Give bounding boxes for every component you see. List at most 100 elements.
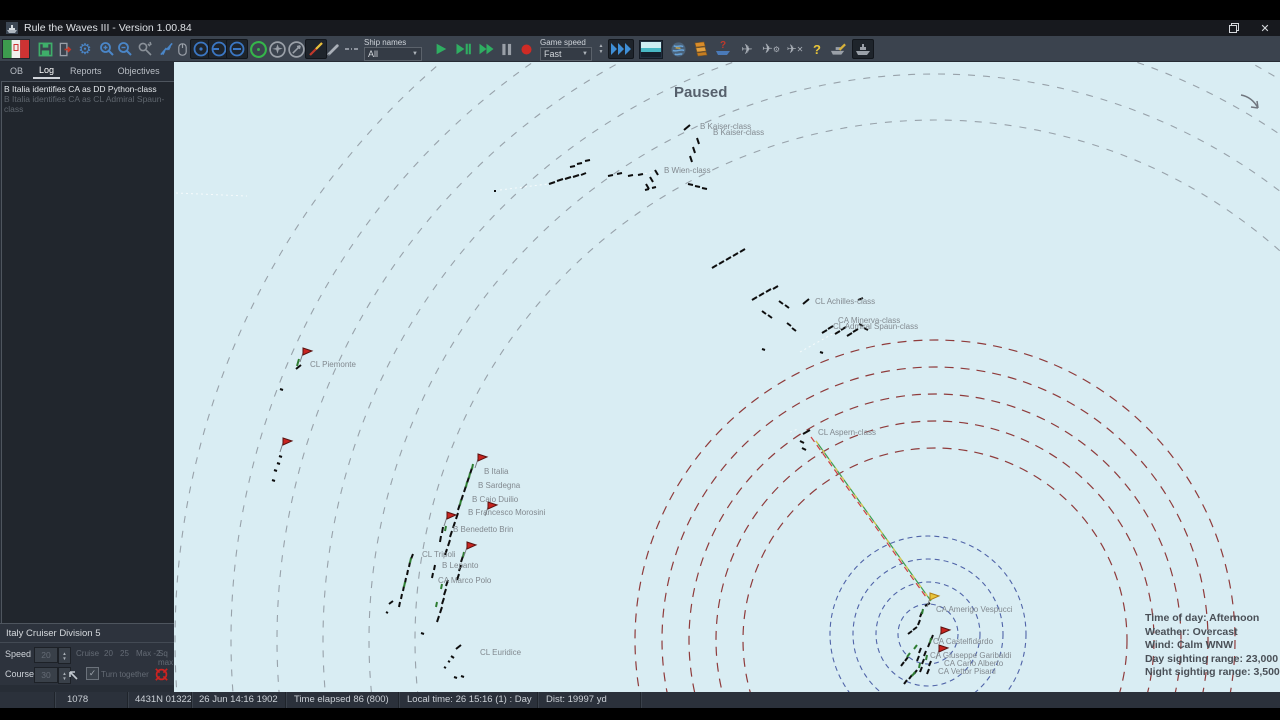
aircraft-button[interactable]: ✈ — [737, 39, 757, 59]
paused-indicator: Paused — [674, 84, 728, 101]
course-input[interactable]: 30 — [34, 667, 58, 683]
night-sighting-range: Night sighting range: 3,500 yds — [1145, 666, 1280, 679]
aircraft-cancel-button[interactable]: ✈ ✕ — [784, 39, 806, 59]
speed-preset-20[interactable]: 20 — [104, 649, 113, 658]
ship-markers[interactable] — [271, 124, 934, 685]
speed-spinner[interactable]: ▲ ▼ — [596, 39, 606, 59]
pencil-icon[interactable] — [325, 39, 341, 59]
signal-arrows-icon[interactable] — [158, 39, 174, 59]
ship-label[interactable]: CA Vettor Pisani — [938, 667, 996, 676]
play-button[interactable] — [432, 39, 450, 59]
plane-icon: ✈ — [741, 40, 753, 57]
mouse-icon[interactable] — [176, 39, 188, 59]
speed-preset-sqmax[interactable]: Sq max — [158, 649, 174, 667]
search-tools-icon[interactable] — [136, 39, 154, 59]
fast-forward-button[interactable] — [476, 39, 496, 59]
ship-label[interactable]: B Wien-class — [664, 166, 711, 175]
torpedo-tracks-toggle[interactable] — [305, 39, 327, 59]
ship-label[interactable]: CA Castelfidardo — [933, 637, 993, 646]
weather-panel-button[interactable] — [638, 39, 664, 59]
ship-label[interactable]: B Benedetto Brin — [453, 525, 513, 534]
ship-label[interactable]: CL Achilles-class — [815, 297, 875, 306]
aircraft-settings-button[interactable]: ✈ ⚙ — [760, 39, 782, 59]
division-panel: Italy Cruiser Division 5 Speed 20 ▲ ▼ Cr… — [0, 623, 174, 685]
ship-label[interactable]: CA Marco Polo — [438, 576, 491, 585]
status-coordinates: 4431N 01322E — [128, 692, 192, 708]
speed-preset-25[interactable]: 25 — [120, 649, 129, 658]
status-date: 26 Jun 14:16 1902 — [192, 692, 286, 708]
track-dashes-icon[interactable] — [343, 39, 361, 59]
status-distance: Dist: 19997 yd — [538, 692, 641, 708]
course-arrow-icon[interactable] — [66, 668, 80, 682]
wind: Wind: Calm WNW — [1145, 639, 1233, 652]
signal-flags-icon[interactable] — [691, 39, 711, 59]
turn-together-checkbox[interactable]: ✓ — [86, 667, 99, 680]
time-of-day: Time of day: Afternoon — [1145, 612, 1260, 624]
max-speed-toggle[interactable] — [608, 39, 634, 59]
tactical-map[interactable]: Paused B Kaiser-class B Kaiser-class B W… — [174, 62, 1280, 692]
sidebar: OB Log Reports Objectives B Italia ident… — [0, 62, 177, 692]
ship-label[interactable]: CL Piemonte — [310, 360, 356, 369]
toolbar: ⚙ Ship names All ▼ Game speed Fast ▼ ▲ ▼… — [0, 36, 1280, 62]
save-icon[interactable] — [36, 39, 54, 59]
cursor-arrow-icon — [1240, 94, 1259, 109]
close-icon[interactable]: ✕ — [1256, 21, 1274, 35]
speed-preset-cruise[interactable]: Cruise — [76, 649, 99, 658]
ship-label[interactable]: CA Amerigo Vespucci — [936, 605, 1012, 614]
log-entry[interactable]: B Italia identifies CA as DD Python-clas… — [4, 84, 174, 94]
status-filler — [641, 692, 1280, 708]
tab-ob[interactable]: OB — [4, 64, 29, 78]
record-button[interactable] — [518, 39, 534, 59]
spinner-down-icon[interactable]: ▼ — [599, 49, 604, 55]
spinner-down-icon[interactable]: ▼ — [62, 656, 66, 661]
ship-label[interactable]: B Kaiser-class — [713, 128, 764, 137]
chevron-down-icon: ▼ — [412, 51, 418, 57]
ship-label[interactable]: CL Admiral Spaun-class — [833, 322, 918, 331]
ship-names-dropdown[interactable]: All ▼ — [364, 47, 422, 61]
tab-log[interactable]: Log — [33, 63, 61, 79]
log-list[interactable]: B Italia identifies CA as DD Python-clas… — [1, 81, 177, 627]
restore-icon[interactable] — [1226, 21, 1242, 35]
compass-button[interactable] — [285, 39, 307, 59]
tab-objectives[interactable]: Objectives — [112, 64, 166, 78]
ship-label[interactable]: B Francesco Morosini — [468, 508, 545, 517]
speed-input[interactable]: 20 — [34, 647, 58, 663]
turn-together-label[interactable]: Turn together — [101, 670, 149, 679]
gear-icon: ⚙ — [772, 44, 781, 54]
speed-preset-max[interactable]: Max -2 — [136, 649, 160, 658]
zoom-out-icon[interactable] — [116, 39, 134, 59]
nation-flag-button[interactable] — [2, 39, 30, 59]
log-entry[interactable]: B Italia identifies CA as CL Admiral Spa… — [4, 94, 174, 114]
unknown-contact-button[interactable]: ? — [713, 39, 733, 59]
ship-label[interactable]: B Sardegna — [478, 481, 520, 490]
status-local-time: Local time: 26 15:16 (1) : Day — [399, 692, 538, 708]
status-blank — [0, 692, 55, 708]
ship-label[interactable]: CL Tripoli — [422, 550, 456, 559]
target-icon[interactable] — [153, 666, 170, 683]
ship-display-toggle[interactable] — [852, 39, 874, 59]
ship-editor-button[interactable] — [828, 39, 848, 59]
division-title: Italy Cruiser Division 5 — [0, 624, 174, 643]
day-sighting-range: Day sighting range: 23,000 yds — [1145, 652, 1280, 665]
ship-label[interactable]: B Italia — [484, 467, 508, 476]
exit-icon[interactable] — [56, 39, 74, 59]
ship-names-label: Ship names — [364, 38, 407, 47]
zoom-in-icon[interactable] — [98, 39, 116, 59]
play-step-button[interactable] — [453, 39, 473, 59]
ship-label[interactable]: B Lepanto — [442, 561, 478, 570]
pause-button[interactable] — [499, 39, 515, 59]
help-button[interactable]: ? — [808, 39, 826, 59]
weather: Weather: Overcast — [1145, 625, 1238, 638]
ship-label[interactable]: CL Aspern-class — [818, 428, 876, 437]
plane-icon: ✈ — [761, 41, 773, 56]
ship-label[interactable]: B Caio Duilio — [472, 495, 518, 504]
tab-reports[interactable]: Reports — [64, 64, 108, 78]
status-elapsed: Time elapsed 86 (800) — [286, 692, 399, 708]
globe-icon[interactable] — [668, 39, 688, 59]
speed-stepper[interactable]: ▲ ▼ — [58, 647, 71, 664]
map-canvas[interactable] — [174, 62, 1280, 692]
gear-icon[interactable]: ⚙ — [76, 39, 94, 59]
ship-label[interactable]: CL Euridice — [480, 648, 521, 657]
game-speed-dropdown[interactable]: Fast ▼ — [540, 47, 592, 61]
view-horizon-toggle[interactable] — [226, 39, 248, 59]
